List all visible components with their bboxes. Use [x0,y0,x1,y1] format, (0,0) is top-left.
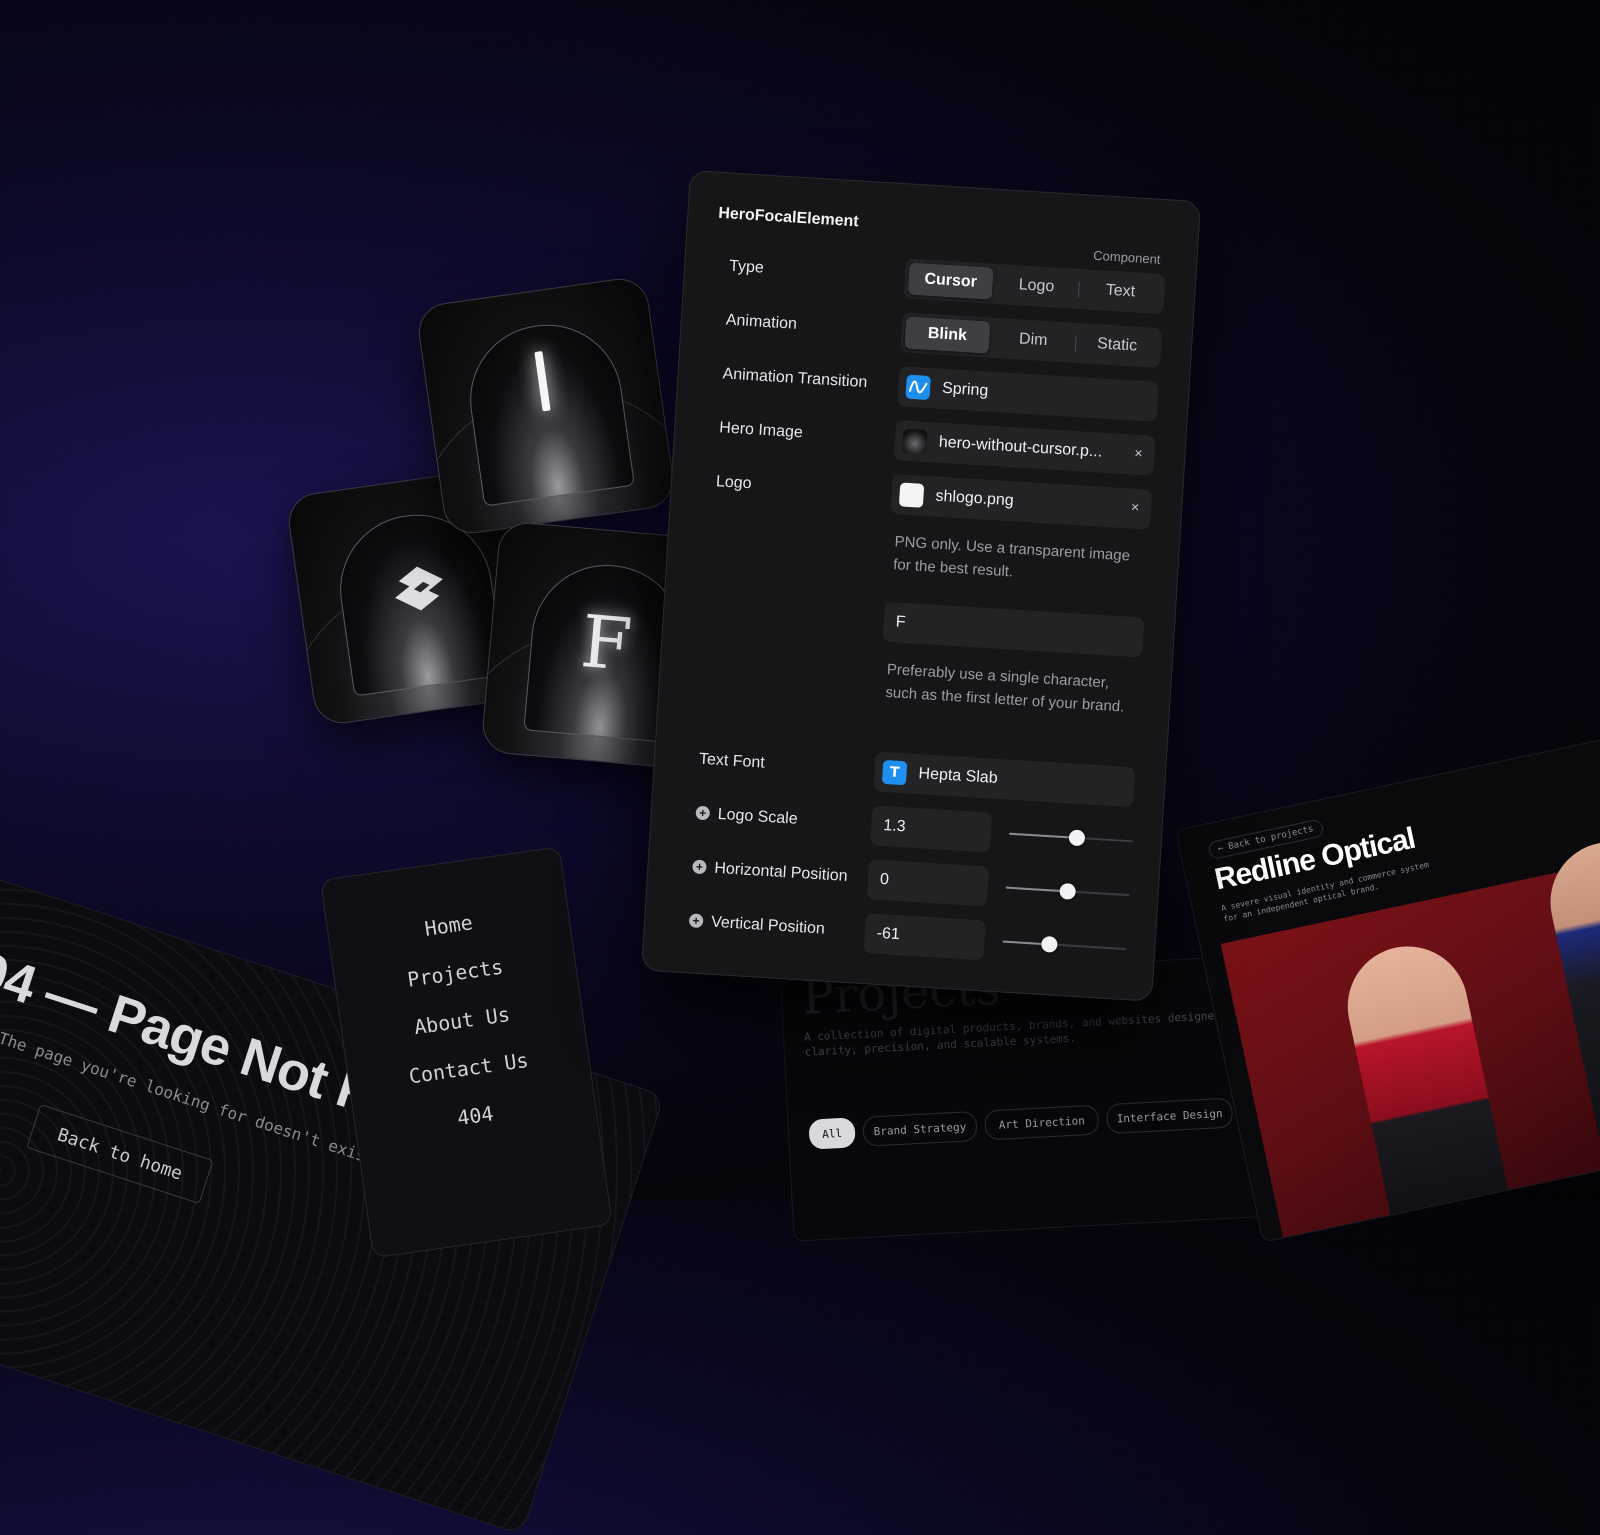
plus-circle-icon[interactable]: + [688,913,704,929]
component-kind: Component [1092,247,1161,267]
spring-curve-icon [905,374,931,401]
animation-transition-value: Spring [941,379,989,400]
filter-chip-interface-design[interactable]: Interface Design [1105,1097,1234,1135]
animation-transition-label: Animation Transition [722,365,868,392]
type-label: Type [728,257,765,277]
nav-menu-preview: Home Projects About Us Contact Us 404 [320,846,613,1259]
plus-circle-icon[interactable]: + [692,859,707,875]
filter-chip-brand-strategy[interactable]: Brand Strategy [862,1110,978,1147]
type-option-cursor[interactable]: Cursor [907,262,994,300]
menu-item-home[interactable]: Home [328,897,569,954]
text-input-value: F [895,613,907,631]
filter-chip-art-direction[interactable]: Art Direction [984,1104,1100,1141]
logo-scale-label: + Logo Scale [695,805,798,829]
slider-handle[interactable] [1059,882,1077,900]
cursor-variant-tile [414,274,678,538]
horizontal-position-value: 0 [879,870,890,889]
logo-scale-slider[interactable] [1008,814,1134,861]
back-home-button[interactable]: Back to home [26,1104,214,1204]
text-font-label: Text Font [698,750,766,772]
vertical-position-slider[interactable] [1001,922,1127,969]
animation-transition-select[interactable]: Spring [896,366,1159,422]
logo-scale-input[interactable]: 1.3 [870,805,993,853]
text-font-select[interactable]: T Hepta Slab [873,751,1136,808]
animation-label: Animation [725,311,798,333]
animation-option-static[interactable]: Static [1074,327,1160,364]
vertical-position-value: -61 [876,924,901,944]
model-figure [1539,826,1600,1189]
vertical-position-input[interactable]: -61 [863,913,986,961]
model-figure [1336,935,1517,1243]
text-font-value: Hepta Slab [918,765,999,787]
horizontal-position-label: + Horizontal Position [692,858,848,885]
slider-handle[interactable] [1068,829,1086,847]
animation-option-dim[interactable]: Dim [990,322,1076,359]
horizontal-position-slider[interactable] [1005,868,1131,915]
logo-file-field[interactable]: shlogo.png × [890,473,1153,530]
horizontal-position-input[interactable]: 0 [866,859,990,907]
animation-segmented-control: Blink Dim Static [900,312,1163,369]
component-name: HeroFocalElement [717,204,860,231]
logo-scale-value: 1.3 [882,817,907,836]
logo-filename: shlogo.png [935,487,1015,510]
logo-label: Logo [715,473,753,493]
hero-image-file-field[interactable]: hero-without-cursor.p... × [893,420,1156,476]
logo-help-text: PNG only. Use a transparent image for th… [892,533,1131,581]
logo-mark-icon [395,566,443,611]
type-option-text[interactable]: Text [1077,273,1163,310]
hero-image-label: Hero Image [718,419,804,442]
animation-option-blink[interactable]: Blink [904,316,991,354]
type-option-logo[interactable]: Logo [994,268,1080,305]
remove-hero-image-icon[interactable]: × [1134,445,1143,461]
menu-item-projects[interactable]: Projects [335,944,576,1001]
plus-circle-icon[interactable]: + [695,805,711,821]
menu-item-contact[interactable]: Contact Us [348,1040,589,1097]
image-thumbnail [898,482,925,508]
text-input[interactable]: F [882,601,1145,658]
font-type-icon: T [881,759,908,786]
slider-handle[interactable] [1041,935,1058,953]
vertical-position-label: + Vertical Position [688,912,825,938]
remove-logo-icon[interactable]: × [1131,499,1140,515]
image-thumbnail [902,428,928,454]
menu-item-404[interactable]: 404 [355,1087,596,1144]
filter-chip-all[interactable]: All [808,1117,856,1150]
type-segmented-control: Cursor Logo Text [903,258,1166,315]
menu-item-about[interactable]: About Us [341,992,582,1049]
text-help-text: Preferably use a single character, such … [884,660,1125,716]
component-properties-panel: HeroFocalElement Component Type Cursor L… [641,170,1202,1002]
hero-image-filename: hero-without-cursor.p... [938,433,1103,461]
